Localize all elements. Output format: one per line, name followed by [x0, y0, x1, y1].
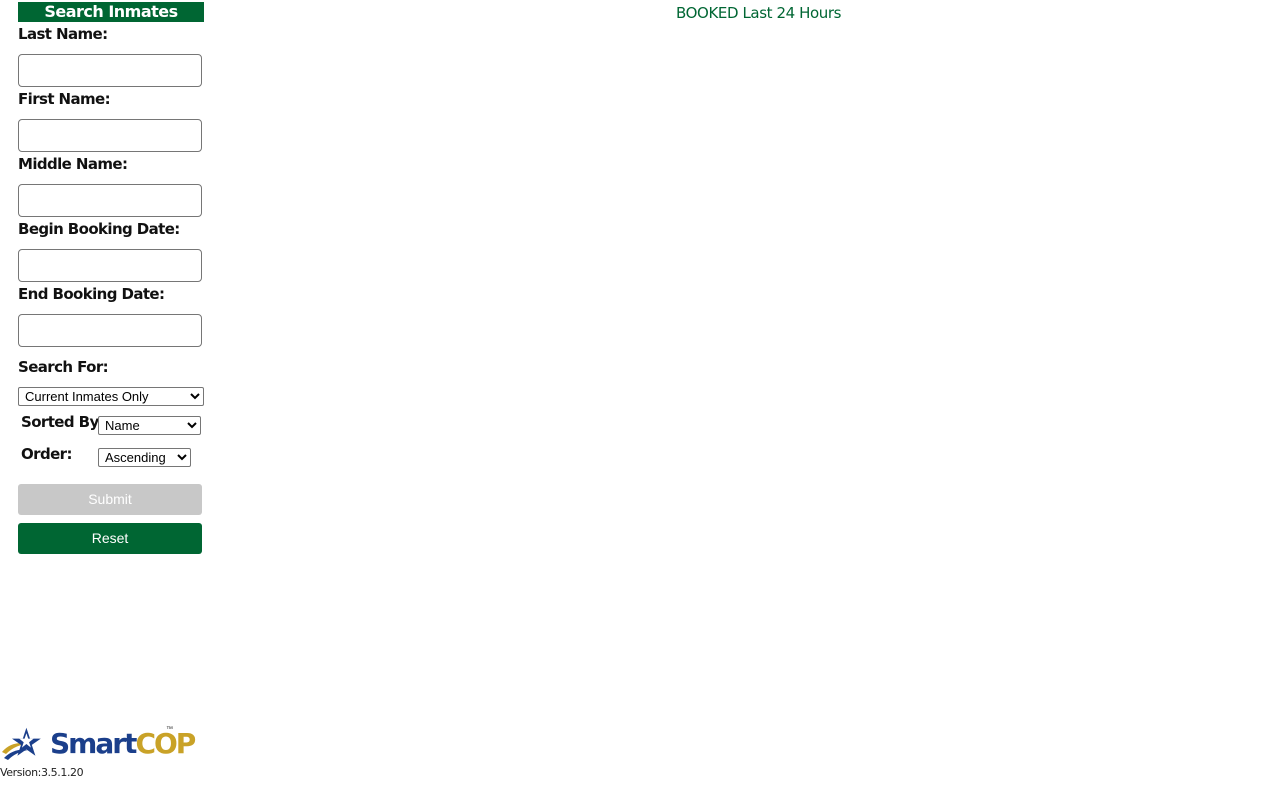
end-booking-date-input[interactable] — [18, 314, 202, 347]
begin-booking-date-label: Begin Booking Date: — [18, 220, 180, 238]
order-select[interactable]: Ascending — [98, 448, 191, 467]
star-swoosh-icon — [2, 727, 41, 760]
end-booking-date-label: End Booking Date: — [18, 285, 165, 303]
smartcop-logo: SmartCOP ™ — [0, 722, 196, 766]
middle-name-input[interactable] — [18, 184, 202, 217]
order-label: Order: — [21, 445, 72, 463]
last-name-input[interactable] — [18, 54, 202, 87]
submit-button[interactable]: Submit — [18, 484, 202, 515]
middle-name-label: Middle Name: — [18, 155, 128, 173]
sorted-by-label: Sorted By: — [21, 413, 105, 431]
sorted-by-select[interactable]: Name — [98, 416, 201, 435]
search-for-label: Search For: — [18, 358, 109, 376]
search-for-select[interactable]: Current Inmates Only — [18, 387, 204, 406]
reset-button[interactable]: Reset — [18, 523, 202, 554]
begin-booking-date-input[interactable] — [18, 249, 202, 282]
logo-smart-text: Smart — [50, 727, 137, 760]
first-name-label: First Name: — [18, 90, 111, 108]
search-sidebar: Search Inmates Last Name: First Name: Mi… — [18, 2, 204, 554]
search-inmates-header: Search Inmates — [18, 2, 204, 22]
last-name-label: Last Name: — [18, 25, 108, 43]
booked-last-24-hours-link[interactable]: BOOKED Last 24 Hours — [676, 4, 841, 22]
version-text: Version:3.5.1.20 — [0, 766, 84, 779]
logo-cop-text: COP — [135, 727, 196, 760]
trademark-symbol: ™ — [166, 726, 173, 733]
first-name-input[interactable] — [18, 119, 202, 152]
